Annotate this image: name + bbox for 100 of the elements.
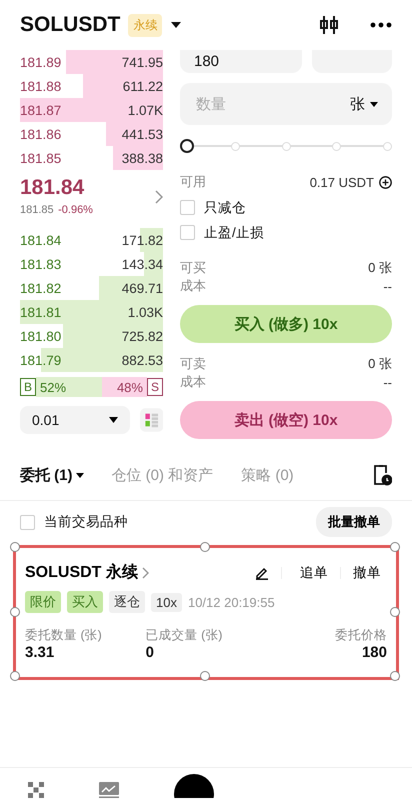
order-action-button[interactable]: 撤单 [347, 564, 387, 582]
bid-price: 181.84 [20, 232, 62, 248]
ask-price: 181.88 [20, 78, 62, 94]
sell-button[interactable]: 卖出 (做空) 10x [180, 401, 392, 439]
bid-row[interactable]: 181.81 1.03K [20, 300, 163, 324]
bid-price: 181.82 [20, 280, 62, 296]
field-value: 3.31 [25, 644, 56, 661]
buy-button[interactable]: 买入 (做多) 10x [180, 305, 392, 343]
checkbox[interactable] [20, 514, 35, 530]
bid-price: 181.81 [20, 304, 62, 320]
order-tag: 逐仓 [109, 591, 145, 613]
bid-price: 181.79 [20, 352, 62, 368]
ask-amount: 441.53 [122, 126, 163, 142]
field-label: 委托数量 (张) [25, 627, 103, 644]
resize-handle[interactable] [200, 671, 210, 681]
dropdown-caret-icon[interactable] [170, 21, 182, 29]
ask-amount: 388.38 [122, 150, 163, 166]
quantity-field[interactable]: 数量 张 [180, 83, 392, 125]
symbol-title: SOLUSDT [20, 13, 120, 37]
cancel-all-button[interactable]: 批量撤单 [316, 507, 392, 537]
available-value: 0.17 USDT [310, 174, 374, 190]
ask-amount: 741.95 [122, 54, 163, 70]
more-icon[interactable] [370, 22, 392, 28]
grid-icon[interactable] [28, 782, 44, 798]
ask-price: 181.89 [20, 54, 62, 70]
caret-icon [76, 472, 84, 478]
filter-label: 当前交易品种 [44, 513, 128, 531]
tab[interactable]: 委托 (1) [20, 466, 84, 484]
ask-row[interactable]: 181.87 1.07K [20, 98, 163, 122]
price-change: -0.96% [58, 204, 93, 216]
info-value: -- [383, 374, 392, 390]
caret-icon [108, 417, 118, 423]
ask-price: 181.87 [20, 102, 62, 118]
bid-row[interactable]: 181.82 469.71 [20, 276, 163, 300]
bid-row[interactable]: 181.84 171.82 [20, 228, 163, 252]
bid-price: 181.80 [20, 328, 62, 344]
sell-tag: S [146, 378, 163, 396]
ask-price: 181.85 [20, 150, 62, 166]
resize-handle[interactable] [390, 606, 400, 616]
bid-amount: 171.82 [122, 232, 163, 248]
unit-select[interactable]: 张 [350, 94, 378, 114]
order-action-button[interactable]: 追单 [294, 564, 334, 582]
add-circle-icon[interactable] [379, 176, 392, 188]
bid-amount: 469.71 [122, 280, 163, 296]
resize-handle[interactable] [10, 671, 20, 681]
sell-ratio-bar: 48% [102, 377, 147, 397]
order-symbol-link[interactable]: SOLUSDT 永续 [25, 562, 149, 583]
edit-icon[interactable] [255, 566, 269, 580]
layout-icon[interactable] [140, 407, 163, 433]
info-label: 可卖 [180, 355, 206, 373]
resize-handle[interactable] [390, 542, 400, 552]
field-label: 已成交量 (张) [146, 627, 224, 644]
order-time: 10/12 20:19:55 [188, 594, 275, 610]
chevron-right-icon [142, 566, 149, 578]
chart-icon[interactable] [99, 782, 119, 798]
field-value: 0 [146, 644, 155, 661]
resize-handle[interactable] [10, 542, 20, 552]
bid-row[interactable]: 181.83 143.34 [20, 252, 163, 276]
buy-tag: B [20, 378, 36, 396]
bid-amount: 1.03K [128, 304, 163, 320]
field-label: 委托价格 [334, 627, 387, 644]
slider-thumb[interactable] [180, 139, 194, 153]
info-value: 0 张 [368, 355, 392, 373]
bid-amount: 882.53 [122, 352, 163, 368]
trade-button-icon[interactable] [174, 772, 214, 798]
bid-price: 181.83 [20, 256, 62, 272]
price-field[interactable]: 180 [180, 50, 302, 73]
resize-handle[interactable] [10, 606, 20, 616]
bid-amount: 143.34 [122, 256, 163, 272]
field-value: 180 [360, 644, 387, 661]
last-price: 181.84 [20, 176, 86, 200]
order-tag: 10x [151, 592, 182, 612]
checkbox[interactable] [180, 200, 195, 215]
perpetual-badge: 永续 [128, 14, 162, 36]
info-label: 成本 [180, 277, 206, 295]
info-label: 可买 [180, 259, 206, 277]
ask-row[interactable]: 181.85 388.38 [20, 146, 163, 170]
info-value: -- [383, 278, 392, 294]
resize-handle[interactable] [200, 542, 210, 552]
resize-handle[interactable] [390, 671, 400, 681]
caret-icon [370, 102, 378, 106]
order-history-icon[interactable] [372, 464, 392, 486]
precision-select[interactable]: 0.01 [20, 406, 130, 434]
option-label: 只减仓 [204, 198, 246, 216]
mark-price: 181.85 [20, 204, 54, 216]
candlestick-icon[interactable] [318, 14, 340, 36]
info-value: 0 张 [368, 259, 392, 277]
order-tag: 限价 [25, 591, 61, 613]
leverage-slider[interactable] [180, 139, 392, 153]
available-label: 可用 [180, 173, 206, 191]
ask-amount: 1.07K [128, 102, 163, 118]
checkbox[interactable] [180, 225, 195, 240]
chevron-right-icon[interactable] [155, 190, 163, 204]
info-label: 成本 [180, 373, 206, 391]
order-tag: 买入 [67, 591, 103, 613]
ask-amount: 611.22 [122, 78, 163, 94]
ask-row[interactable]: 181.86 441.53 [20, 122, 163, 146]
bid-amount: 725.82 [122, 328, 163, 344]
option-label: 止盈/止损 [204, 224, 264, 242]
buy-ratio-bar: 52% [36, 377, 102, 397]
